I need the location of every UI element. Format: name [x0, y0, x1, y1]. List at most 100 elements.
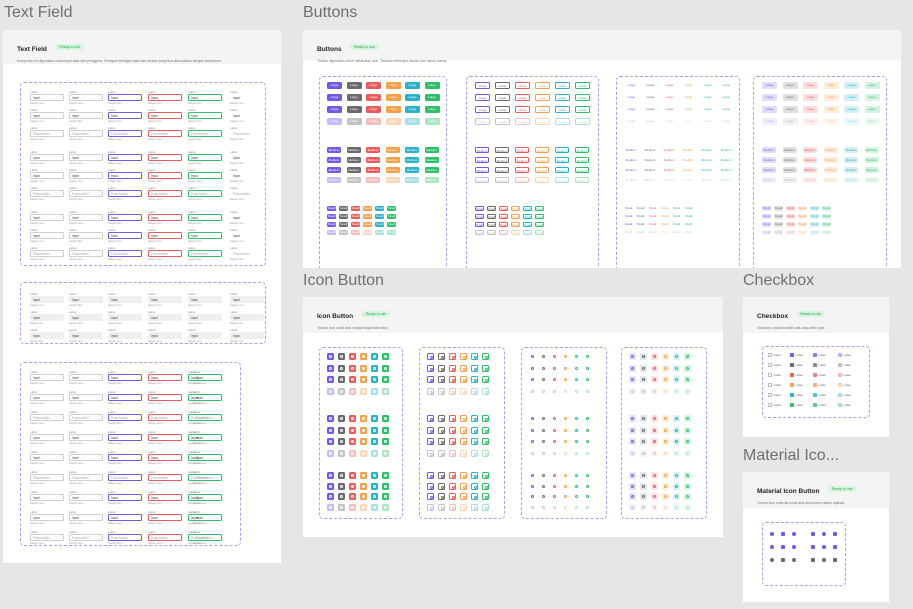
button[interactable]: Small: [624, 230, 633, 235]
button[interactable]: Medium: [555, 147, 569, 153]
text-field-input[interactable]: Input: [188, 232, 222, 239]
button[interactable]: Medium: [495, 167, 509, 173]
button[interactable]: Medium: [366, 177, 380, 183]
text-field-input[interactable]: Input: [148, 172, 182, 179]
button[interactable]: Small: [660, 222, 669, 227]
text-field[interactable]: Label Placeholder Helper text: [30, 186, 64, 201]
text-field-input[interactable]: Placeholder: [108, 250, 142, 257]
text-field[interactable]: Label Input Helper text: [148, 390, 182, 405]
icon-button[interactable]: [327, 449, 334, 457]
icon-button[interactable]: [529, 415, 536, 422]
button[interactable]: Large: [385, 106, 401, 113]
icon-button[interactable]: [471, 493, 478, 500]
button[interactable]: Small: [684, 222, 693, 227]
text-field-input[interactable]: Placeholder: [108, 414, 142, 421]
material-icon[interactable]: [833, 532, 837, 536]
icon-button[interactable]: [584, 415, 591, 422]
text-field[interactable]: Label Placeholder Helper text: [148, 126, 182, 141]
text-field-input[interactable]: Input: [193, 454, 227, 461]
icon-button[interactable]: [573, 376, 580, 383]
text-field-input[interactable]: Input: [148, 214, 182, 221]
icon-button[interactable]: [573, 493, 580, 500]
icon-button[interactable]: [360, 472, 367, 479]
text-field[interactable]: Label Input Helper text: [30, 490, 64, 505]
button[interactable]: Medium: [864, 177, 879, 183]
icon-button[interactable]: [529, 365, 536, 372]
text-field[interactable]: Label Input Helper text: [148, 90, 182, 105]
text-field[interactable]: Label Input Helper text: [148, 510, 182, 525]
button[interactable]: Medium: [719, 147, 733, 153]
text-field-input[interactable]: Input: [230, 214, 264, 221]
text-field-input[interactable]: Placeholder: [30, 130, 64, 137]
checkbox-box[interactable]: [768, 373, 772, 377]
button[interactable]: Small: [327, 206, 336, 211]
button[interactable]: Medium: [495, 177, 509, 183]
button[interactable]: Medium: [575, 157, 589, 163]
button[interactable]: Medium: [844, 177, 858, 183]
text-field-input[interactable]: Input: [30, 232, 64, 239]
button[interactable]: Large: [823, 94, 839, 101]
checkbox[interactable]: Label: [790, 393, 803, 397]
text-field[interactable]: Label Input Helper text: [148, 108, 182, 123]
icon-button[interactable]: [684, 426, 691, 434]
text-field[interactable]: Label Input Helper text: [108, 292, 142, 307]
text-field-input[interactable]: Placeholder: [108, 474, 142, 481]
button[interactable]: Small: [786, 214, 795, 219]
icon-button[interactable]: [584, 388, 591, 395]
text-field-input[interactable]: Input: [148, 394, 182, 401]
text-field[interactable]: Label Input Helper text: [69, 490, 103, 505]
button[interactable]: Medium: [643, 177, 657, 183]
icon-button[interactable]: [482, 376, 489, 383]
text-field[interactable]: Label Input Helper text: [30, 510, 64, 525]
text-field-input[interactable]: Input: [188, 112, 222, 119]
checkbox-box[interactable]: [813, 353, 817, 357]
material-icon[interactable]: [822, 532, 826, 536]
text-field[interactable]: Label Input Helper text: [230, 108, 264, 123]
icon-button[interactable]: [529, 483, 536, 490]
text-field[interactable]: Label Placeholder Helper text: [193, 530, 227, 545]
icon-button[interactable]: [427, 376, 434, 383]
text-field-input[interactable]: Input: [148, 494, 182, 501]
icon-button[interactable]: [684, 472, 691, 479]
icon-button[interactable]: [684, 503, 691, 511]
button[interactable]: Small: [363, 230, 372, 235]
text-field[interactable]: Label Input Helper text: [148, 430, 182, 445]
button[interactable]: Small: [327, 214, 336, 219]
button[interactable]: Large: [844, 118, 859, 125]
text-field[interactable]: Label Input Helper text: [188, 210, 222, 225]
text-field-input[interactable]: Placeholder: [69, 474, 103, 481]
button[interactable]: Large: [495, 118, 510, 125]
text-field-input[interactable]: Placeholder: [188, 250, 222, 257]
icon-button[interactable]: [382, 438, 389, 445]
button[interactable]: Medium: [844, 147, 858, 153]
icon-button[interactable]: [584, 450, 591, 457]
icon-button[interactable]: [684, 353, 691, 360]
text-field-input[interactable]: Placeholder: [193, 414, 227, 421]
button[interactable]: Small: [339, 214, 348, 219]
icon-button[interactable]: [651, 426, 658, 434]
button[interactable]: Small: [624, 206, 633, 211]
material-icon[interactable]: [770, 558, 774, 562]
button[interactable]: Medium: [424, 167, 439, 173]
icon-button[interactable]: [360, 415, 367, 422]
checkbox[interactable]: Label: [790, 363, 803, 367]
icon-button[interactable]: [338, 438, 345, 445]
button[interactable]: Large: [643, 106, 658, 113]
icon-button[interactable]: [540, 450, 547, 457]
button[interactable]: Small: [535, 206, 544, 211]
icon-button[interactable]: [471, 482, 478, 490]
icon-button[interactable]: [651, 376, 658, 383]
text-field-input[interactable]: Input: [188, 154, 222, 161]
icon-button[interactable]: [460, 503, 467, 511]
icon-button[interactable]: [438, 449, 445, 457]
text-field-input[interactable]: Input: [30, 214, 64, 221]
icon-button[interactable]: [449, 364, 456, 372]
checkbox[interactable]: Label: [838, 383, 851, 387]
button[interactable]: Large: [535, 106, 550, 113]
text-field[interactable]: Label Input Helper text: [230, 168, 264, 183]
icon-button[interactable]: [651, 438, 658, 445]
button[interactable]: Large: [624, 106, 639, 113]
button[interactable]: Small: [499, 230, 508, 235]
button[interactable]: Medium: [681, 147, 695, 153]
button[interactable]: Small: [636, 206, 645, 211]
